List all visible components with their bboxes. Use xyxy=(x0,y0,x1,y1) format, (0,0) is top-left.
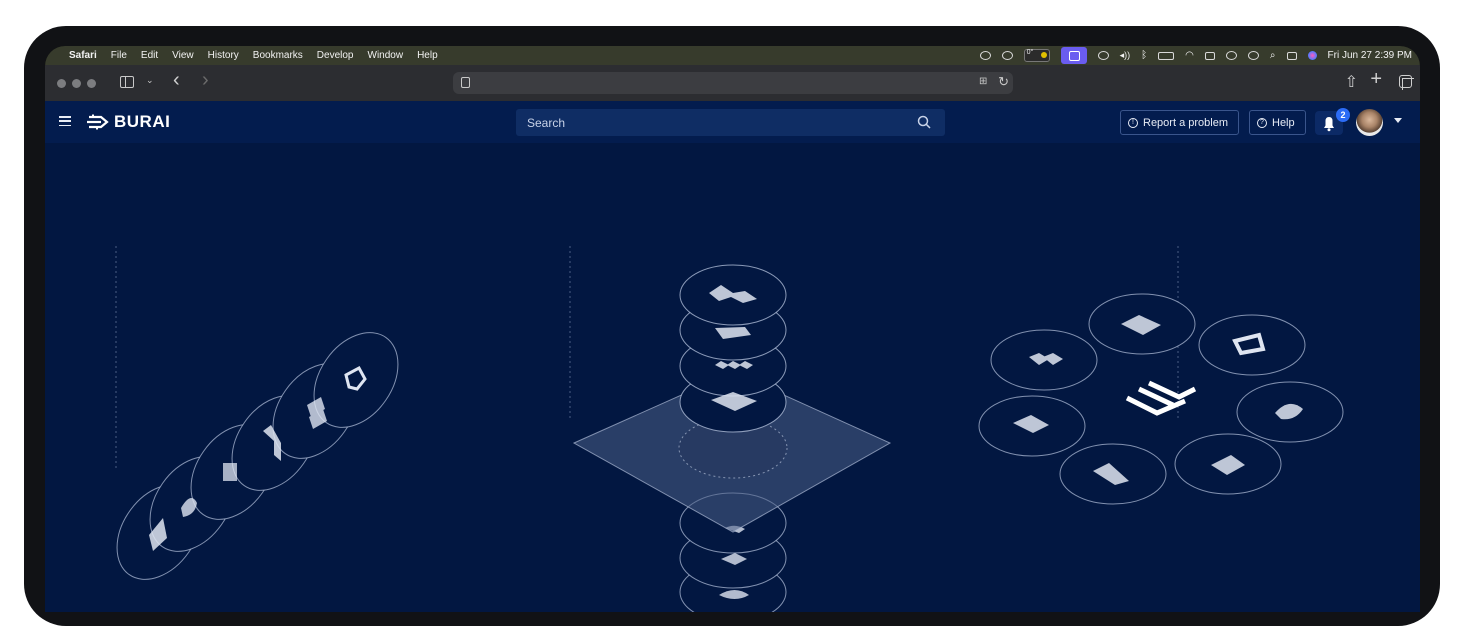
focus-status-icon[interactable]: 0° xyxy=(1023,49,1050,62)
help-label: Help xyxy=(1272,116,1295,129)
menu-window[interactable]: Window xyxy=(368,50,404,61)
back-arrow-icon[interactable]: ‹ xyxy=(173,70,180,90)
control-center-icon[interactable] xyxy=(1286,51,1297,60)
volume-icon[interactable]: ◂)) xyxy=(1120,50,1131,61)
burai-logo-icon xyxy=(87,114,109,130)
wifi-icon[interactable]: ◠ xyxy=(1185,50,1194,61)
forward-arrow-icon[interactable]: › xyxy=(202,70,209,90)
keyboard-icon[interactable] xyxy=(1204,51,1215,60)
reload-icon[interactable]: ↻ xyxy=(998,74,1009,90)
app-logo[interactable]: BURAI xyxy=(87,112,170,132)
chevron-down-icon[interactable]: ⌄ xyxy=(146,75,154,86)
notification-badge: 2 xyxy=(1336,108,1350,122)
integration-illustration xyxy=(115,246,1344,612)
search-icon[interactable] xyxy=(917,115,931,129)
menu-history[interactable]: History xyxy=(208,50,239,61)
app-header: BURAI Search ! Report a problem ? Help 2 xyxy=(45,101,1420,143)
hamburger-menu-icon[interactable] xyxy=(59,116,71,127)
window-controls xyxy=(57,79,96,88)
menu-edit[interactable]: Edit xyxy=(141,50,158,61)
siri-icon[interactable] xyxy=(1307,51,1317,60)
info-circle-icon: ! xyxy=(1128,117,1138,128)
user-avatar[interactable] xyxy=(1356,109,1383,136)
question-circle-icon: ? xyxy=(1257,117,1267,128)
play-circle-icon[interactable] xyxy=(1097,51,1109,60)
close-window-button[interactable] xyxy=(57,79,66,88)
bluetooth-icon[interactable]: ᛒ xyxy=(1141,50,1147,61)
menu-app-safari[interactable]: Safari xyxy=(69,50,97,61)
burai-center-mark xyxy=(1125,380,1197,416)
macos-menubar: Safari File Edit View History Bookmarks … xyxy=(45,46,1420,65)
zoom-window-button[interactable] xyxy=(87,79,96,88)
spotlight-icon[interactable]: ⌕ xyxy=(1270,50,1276,61)
logo-text: BURAI xyxy=(114,112,171,131)
menu-help[interactable]: Help xyxy=(417,50,438,61)
report-problem-button[interactable]: ! Report a problem xyxy=(1120,110,1239,135)
menu-file[interactable]: File xyxy=(111,50,127,61)
status-app-icon[interactable] xyxy=(979,51,991,60)
address-bar[interactable]: ⊞ ↻ xyxy=(453,72,1013,94)
search-input[interactable]: Search xyxy=(516,109,945,136)
share-icon[interactable]: ⇧ xyxy=(1345,72,1358,92)
menu-develop[interactable]: Develop xyxy=(317,50,354,61)
browser-toolbar: ⌄ ‹ › ⊞ ↻ ⇧ + xyxy=(45,65,1420,101)
battery-icon[interactable] xyxy=(1158,51,1175,60)
cloud-status-icon[interactable] xyxy=(1001,51,1013,60)
screen: Safari File Edit View History Bookmarks … xyxy=(45,46,1420,612)
translate-icon[interactable]: ⊞ xyxy=(979,76,993,88)
search-placeholder: Search xyxy=(527,116,566,130)
sidebar-toggle-icon[interactable] xyxy=(120,76,134,88)
screen-share-icon[interactable] xyxy=(1060,47,1087,64)
account-menu-chevron-icon[interactable] xyxy=(1394,118,1402,123)
minimize-window-button[interactable] xyxy=(72,79,81,88)
menu-view[interactable]: View xyxy=(172,50,194,61)
focus-label: 0° xyxy=(1026,49,1034,56)
menubar-datetime[interactable]: Fri Jun 27 2:39 PM xyxy=(1328,50,1412,61)
time-machine-icon[interactable] xyxy=(1247,51,1259,60)
hero-illustration-area xyxy=(45,143,1420,612)
report-problem-label: Report a problem xyxy=(1143,116,1228,129)
new-tab-icon[interactable]: + xyxy=(1370,68,1382,91)
tab-overview-icon[interactable] xyxy=(1399,75,1414,90)
menu-bookmarks[interactable]: Bookmarks xyxy=(253,50,303,61)
page-icon xyxy=(461,77,470,88)
help-button[interactable]: ? Help xyxy=(1249,110,1306,135)
user-status-icon[interactable] xyxy=(1225,51,1237,60)
left-disc-stack xyxy=(116,332,399,580)
